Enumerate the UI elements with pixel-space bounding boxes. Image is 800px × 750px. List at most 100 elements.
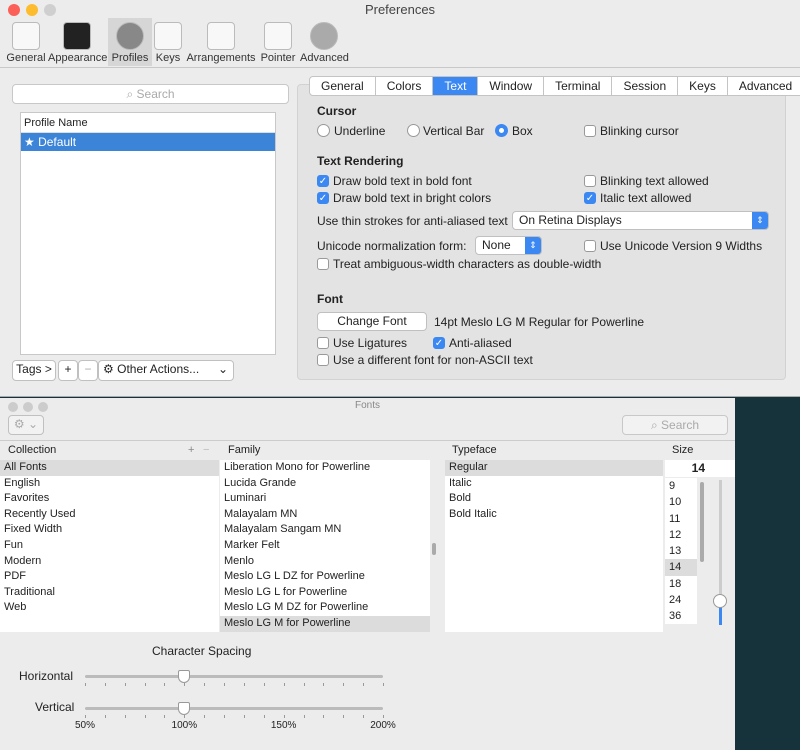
vertical-spacing-slider[interactable] <box>85 707 383 710</box>
list-item[interactable]: Menlo <box>220 554 430 570</box>
tab-window[interactable]: Window <box>478 77 545 95</box>
underline-radio[interactable] <box>317 124 330 137</box>
list-item[interactable]: Bold <box>445 491 663 507</box>
non-ascii-checkbox[interactable] <box>317 354 329 366</box>
vertical-bar-radio[interactable] <box>407 124 420 137</box>
tab-text[interactable]: Text <box>433 77 479 95</box>
profile-search-input[interactable]: ⌕ Search <box>12 84 289 104</box>
size-header: Size <box>672 444 694 456</box>
toolbar-pointer[interactable]: Pointer <box>257 18 299 66</box>
tags-button[interactable]: Tags > <box>12 360 56 381</box>
list-item[interactable]: Recently Used <box>0 507 219 523</box>
tick-mark <box>263 715 265 718</box>
list-item[interactable]: 14 <box>665 559 697 576</box>
list-item[interactable]: Lucida Grande <box>220 476 430 492</box>
toolbar-appearance[interactable]: Appearance <box>48 18 107 66</box>
thin-strokes-select[interactable]: On Retina Displays ⇕ <box>512 211 769 230</box>
tab-session[interactable]: Session <box>612 77 679 95</box>
box-label: Box <box>512 124 533 138</box>
list-item[interactable]: Fixed Width <box>0 522 219 538</box>
minimize-button[interactable] <box>26 4 38 16</box>
size-scrollbar[interactable] <box>700 482 704 562</box>
list-item[interactable]: All Fonts <box>0 460 219 476</box>
bright-colors-checkbox[interactable]: ✓ <box>317 192 329 204</box>
tick-mark <box>383 683 384 686</box>
list-item[interactable]: Fun <box>0 538 219 554</box>
toolbar-label: Advanced <box>300 52 349 64</box>
other-actions-button[interactable]: ⚙ Other Actions... ⌄ <box>98 360 234 381</box>
toolbar-general[interactable]: General <box>4 18 48 66</box>
tick-mark <box>263 683 265 686</box>
tab-keys[interactable]: Keys <box>678 77 728 95</box>
tab-terminal[interactable]: Terminal <box>544 77 613 95</box>
tab-general[interactable]: General <box>310 77 376 95</box>
list-item[interactable]: 13 <box>665 543 697 559</box>
search-placeholder: Search <box>661 418 700 432</box>
italic-text-checkbox[interactable]: ✓ <box>584 192 596 204</box>
tab-advanced[interactable]: Advanced <box>728 77 800 95</box>
horizontal-spacing-slider[interactable] <box>85 675 383 678</box>
add-collection-button[interactable]: + <box>188 444 194 456</box>
anti-aliased-checkbox[interactable]: ✓ <box>433 337 445 349</box>
remove-profile-button[interactable]: − <box>78 360 98 381</box>
remove-collection-button[interactable]: − <box>203 444 209 456</box>
list-item[interactable]: PDF <box>0 569 219 585</box>
list-item[interactable]: 9 <box>665 478 697 494</box>
list-item[interactable]: Meslo LG L DZ for Powerline <box>220 569 430 585</box>
vertical-label: Vertical <box>35 700 75 714</box>
list-item[interactable]: Luminari <box>220 491 430 507</box>
unicode-normalization-select[interactable]: None ⇕ <box>475 236 542 255</box>
fonts-close-button[interactable] <box>8 402 18 412</box>
list-item[interactable]: Malayalam Sangam MN <box>220 522 430 538</box>
toolbar-advanced[interactable]: Advanced <box>300 18 349 66</box>
list-item[interactable]: 18 <box>665 576 697 592</box>
zoom-button[interactable] <box>44 4 56 16</box>
list-item[interactable]: Marker Felt <box>220 538 430 554</box>
list-item[interactable]: Italic <box>445 476 663 492</box>
blinking-text-checkbox[interactable] <box>584 175 596 187</box>
list-item[interactable]: Meslo LG M for Powerline <box>220 615 430 632</box>
fonts-search-input[interactable]: ⌕ Search <box>622 415 728 435</box>
list-item[interactable]: Meslo LG L for Powerline <box>220 585 430 601</box>
list-item[interactable]: Bold Italic <box>445 507 663 523</box>
toolbar-arrangements[interactable]: Arrangements <box>186 18 256 66</box>
toolbar-profiles[interactable]: Profiles <box>108 18 152 66</box>
ambiguous-width-checkbox[interactable] <box>317 258 329 270</box>
list-item[interactable]: 24 <box>665 592 697 608</box>
list-item[interactable]: Favorites <box>0 491 219 507</box>
list-item[interactable]: 11 <box>665 511 697 527</box>
tick-label: 150% <box>270 720 297 731</box>
italic-text-label: Italic text allowed <box>600 191 692 205</box>
toolbar-keys[interactable]: Keys <box>153 18 183 66</box>
list-item[interactable]: Liberation Mono for Powerline <box>220 460 430 476</box>
fonts-action-menu[interactable]: ⚙ ⌄ <box>8 415 44 435</box>
list-item[interactable]: 36 <box>665 608 697 624</box>
list-item[interactable]: English <box>0 476 219 492</box>
change-font-button[interactable]: Change Font <box>317 312 427 331</box>
size-input[interactable]: 14 <box>665 460 735 477</box>
family-scrollbar[interactable] <box>432 543 436 555</box>
profile-row-default[interactable]: ★ Default <box>21 133 275 151</box>
cursor-heading: Cursor <box>317 104 357 118</box>
fonts-minimize-button[interactable] <box>23 402 33 412</box>
close-button[interactable] <box>8 4 20 16</box>
list-item[interactable]: Web <box>0 600 219 616</box>
size-slider-knob[interactable] <box>713 594 727 608</box>
list-item[interactable]: Malayalam MN <box>220 507 430 523</box>
fonts-zoom-button[interactable] <box>38 402 48 412</box>
add-profile-button[interactable]: + <box>58 360 78 381</box>
unicode9-checkbox[interactable] <box>584 240 596 252</box>
list-item[interactable]: 10 <box>665 494 697 510</box>
ligatures-checkbox[interactable] <box>317 337 329 349</box>
profile-name-header[interactable]: Profile Name <box>21 113 275 133</box>
list-item[interactable]: 12 <box>665 527 697 543</box>
bold-font-checkbox[interactable]: ✓ <box>317 175 329 187</box>
list-item[interactable]: Modern <box>0 554 219 570</box>
list-item[interactable]: Regular <box>445 460 663 476</box>
list-item[interactable]: Traditional <box>0 585 219 601</box>
list-item[interactable]: Meslo LG M DZ for Powerline <box>220 600 430 616</box>
tab-colors[interactable]: Colors <box>376 77 434 95</box>
blinking-text-label: Blinking text allowed <box>600 174 709 188</box>
box-radio[interactable] <box>495 124 508 137</box>
blinking-cursor-checkbox[interactable] <box>584 125 596 137</box>
